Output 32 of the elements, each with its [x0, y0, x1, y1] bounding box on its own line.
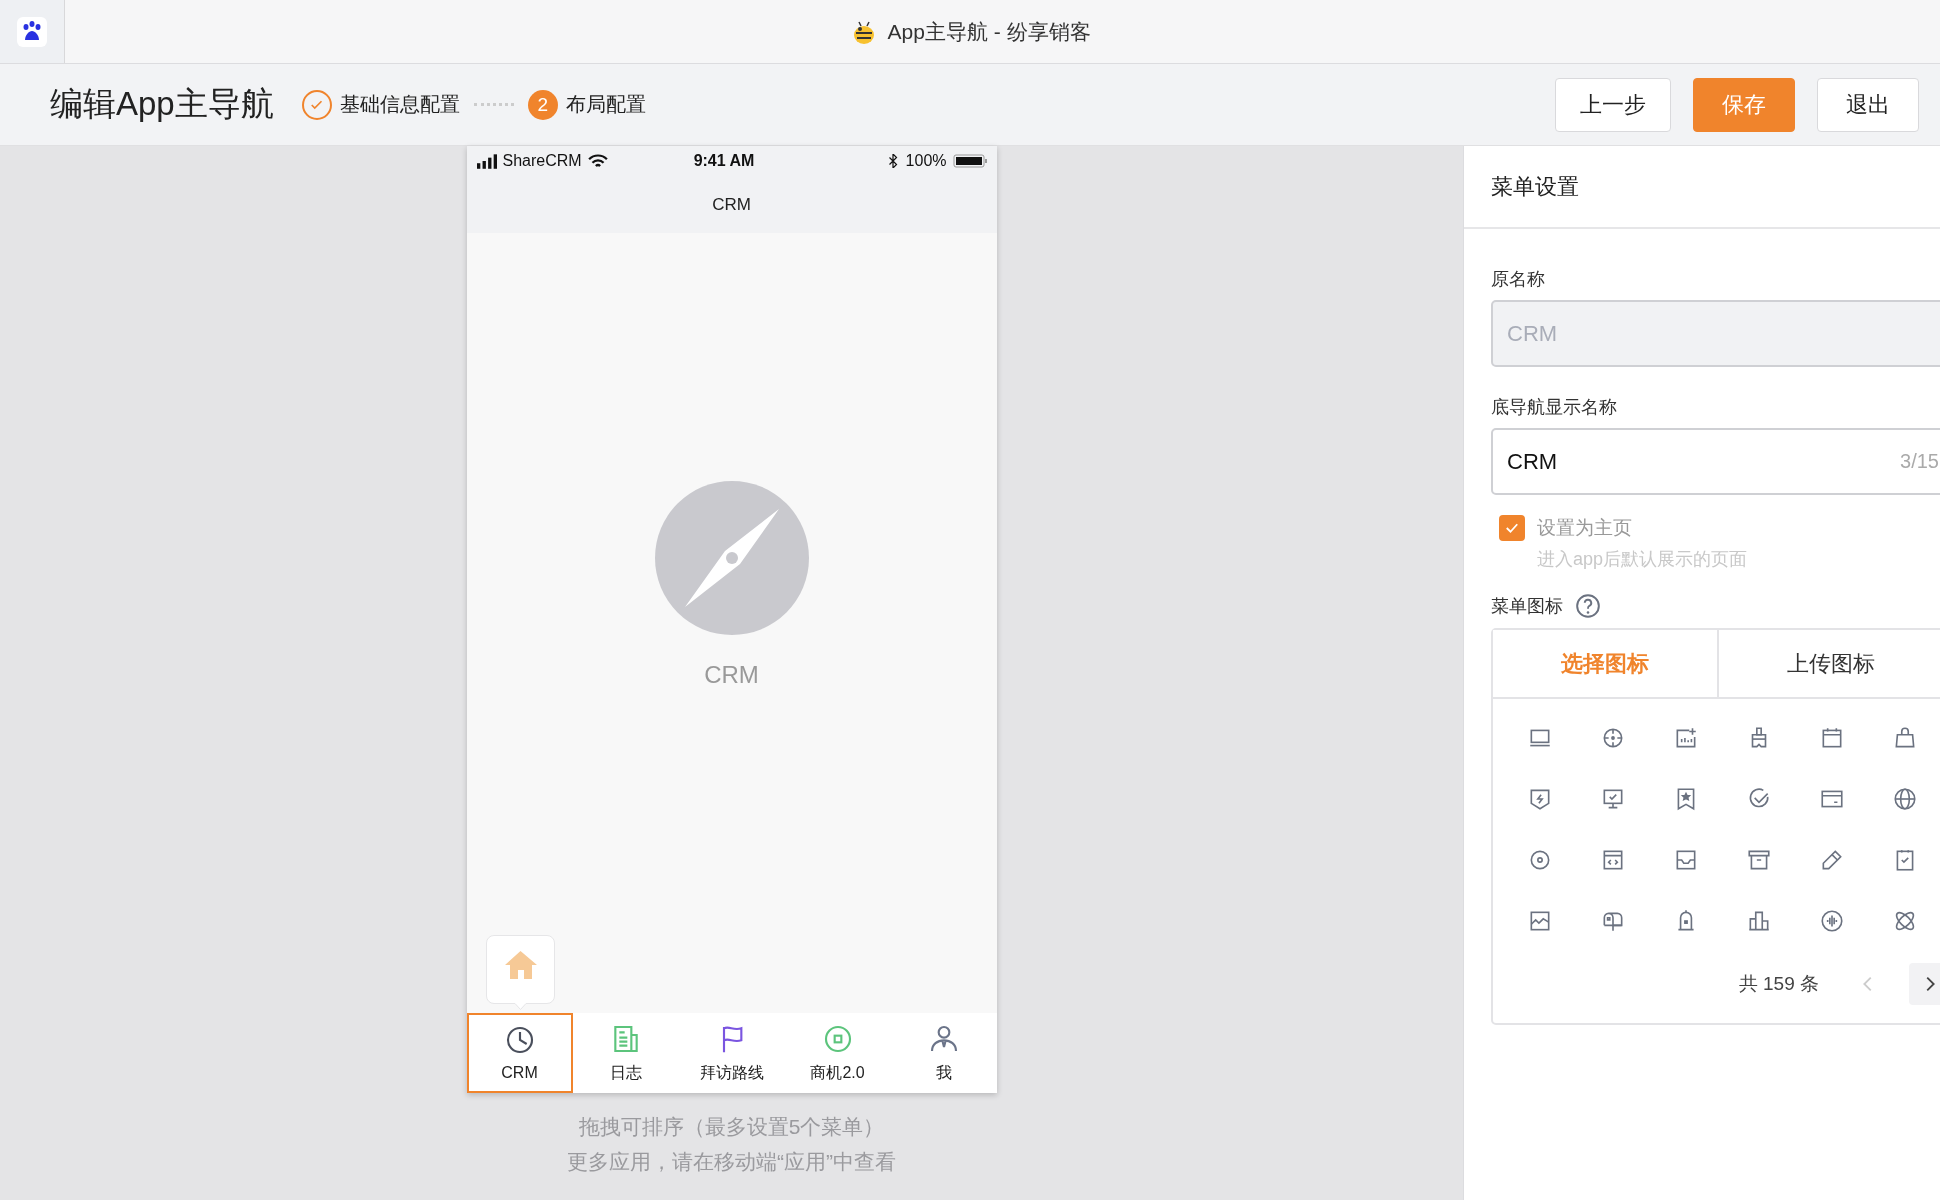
panel-title: 菜单设置	[1464, 146, 1940, 229]
step-label: 基础信息配置	[339, 92, 460, 117]
page-label: CRM	[704, 661, 759, 689]
action-button[interactable]: 退出	[1817, 77, 1919, 132]
battery-percent: 100%	[905, 152, 947, 170]
paw-logo-icon[interactable]	[16, 15, 48, 48]
signal-icon	[476, 151, 497, 171]
input-field[interactable]: CRM 3/15	[1491, 428, 1940, 495]
total-count: 共 159 条	[1738, 972, 1819, 996]
checkbox[interactable]	[1499, 515, 1525, 541]
action-button[interactable]: 上一步	[1555, 77, 1671, 132]
globe-icon[interactable]	[1891, 785, 1918, 812]
tab-bar-item[interactable]: CRM	[466, 1013, 573, 1093]
field-label: 原名称	[1491, 268, 1546, 291]
home-icon	[504, 951, 537, 979]
page-title: 编辑App主导航	[50, 84, 274, 124]
compass-icon	[654, 481, 809, 635]
audio-circle-icon[interactable]	[1818, 907, 1845, 934]
status-time: 9:41 AM	[693, 152, 756, 170]
help-icon[interactable]	[1575, 593, 1601, 619]
field-value: CRM	[1507, 448, 1558, 475]
step-number: 2	[527, 89, 558, 120]
field-label: 底导航显示名称	[1491, 396, 1618, 419]
field-label: 菜单图标	[1491, 595, 1563, 618]
hint-text: 拖拽可排序（最多设置5个菜单）	[577, 1114, 886, 1140]
step-label: 布局配置	[565, 92, 646, 117]
screen-title: CRM	[712, 194, 751, 215]
character-counter: 3/15	[1900, 450, 1939, 473]
hint-text: 更多应用，请在移动端“应用”中查看	[567, 1149, 896, 1175]
window-title: App主导航 - 纷享销客	[887, 18, 1091, 45]
carrier-name: ShareCRM	[502, 152, 582, 170]
checkbox-label: 设置为主页	[1537, 516, 1633, 540]
